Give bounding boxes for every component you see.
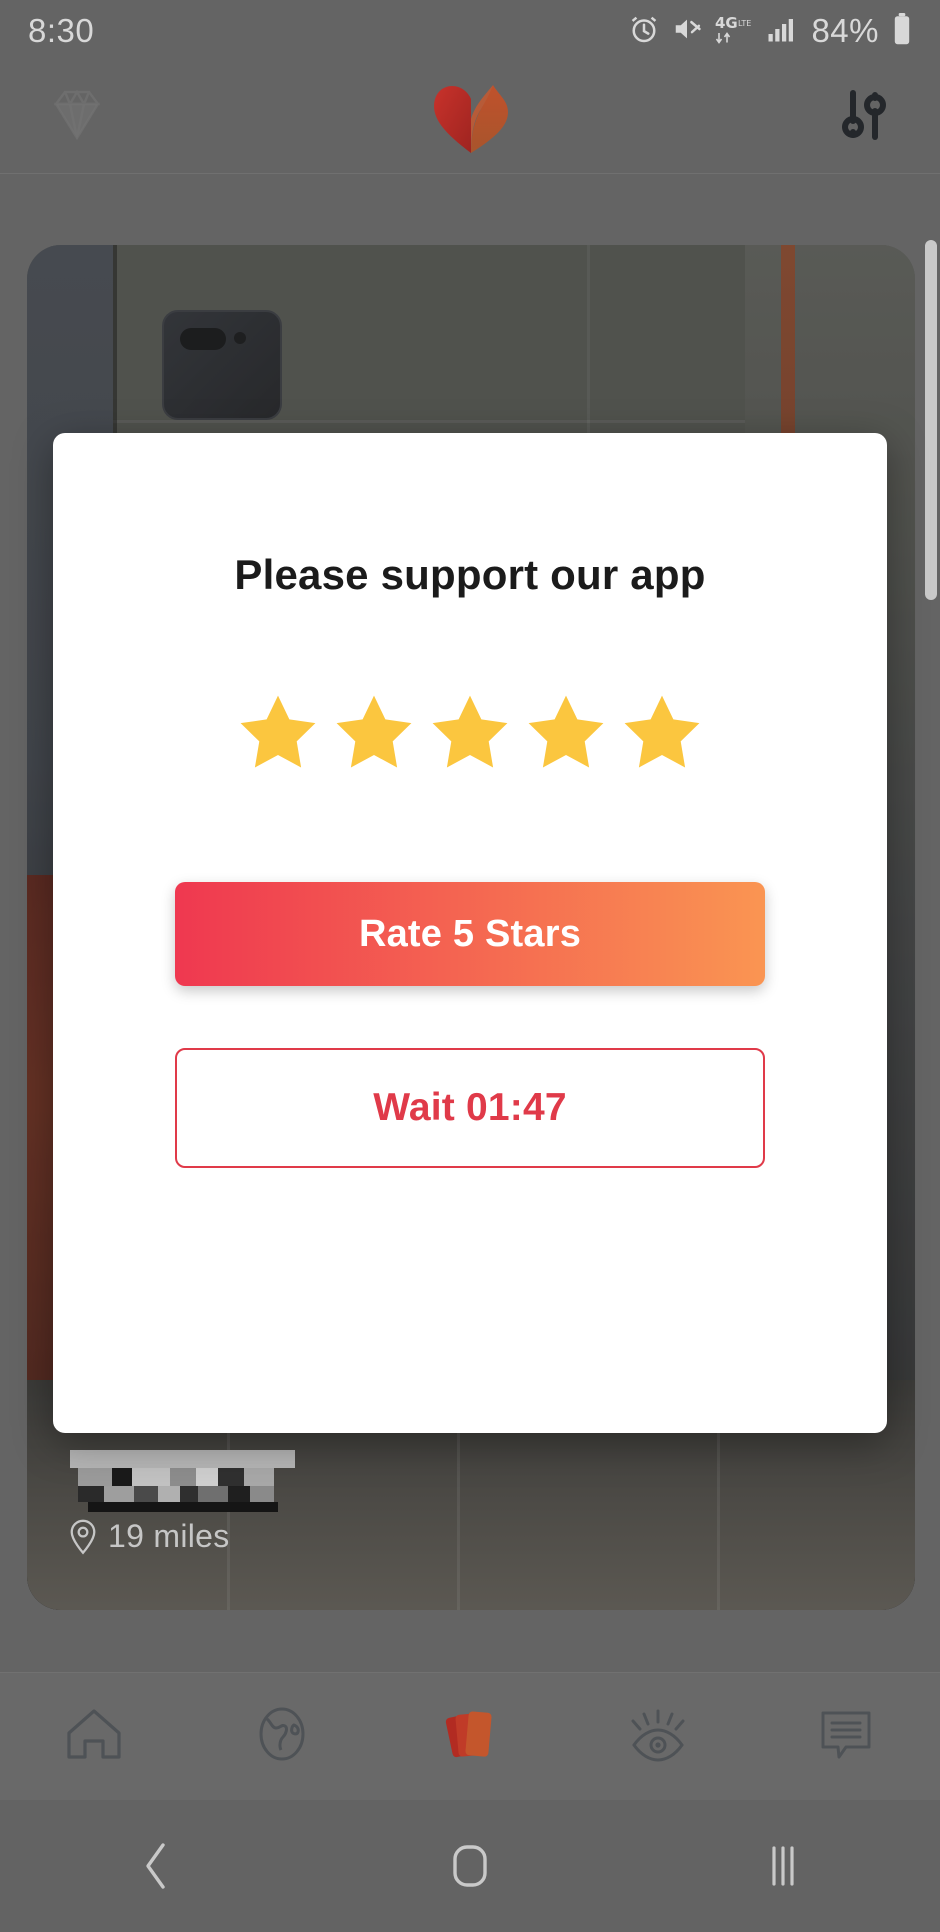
phone-screen: 19 miles 8:30 4G LTE 84% Please support …: [0, 0, 940, 1932]
alarm-icon: [629, 14, 659, 49]
rate-app-dialog: Please support our app Rate 5 Stars Wait…: [53, 433, 887, 1433]
svg-text:4G: 4G: [715, 14, 738, 32]
nav-item-messages[interactable]: [786, 1687, 906, 1787]
home-icon: [63, 1705, 125, 1768]
location-pin-icon: [68, 1519, 98, 1555]
bottom-navigation: [0, 1672, 940, 1800]
svg-text:LTE: LTE: [738, 19, 751, 28]
mute-icon: [672, 14, 702, 49]
battery-icon: [892, 12, 912, 50]
profile-distance-label: 19 miles: [108, 1518, 230, 1554]
star-icon[interactable]: [232, 689, 324, 782]
recents-bars-icon[interactable]: [713, 1800, 853, 1932]
cards-stack-icon: [438, 1702, 502, 1771]
page-scrollbar[interactable]: [925, 240, 937, 600]
4g-lte-icon: 4G LTE: [715, 13, 753, 50]
profile-name-censored: [70, 1450, 295, 1512]
heart-logo-icon: [108, 79, 834, 157]
eye-icon: [626, 1705, 690, 1768]
globe-icon: [253, 1705, 311, 1768]
status-icons: 4G LTE 84%: [629, 12, 912, 50]
signal-bars-icon: [766, 14, 796, 49]
status-time: 8:30: [28, 12, 95, 49]
profile-distance: 19 miles: [68, 1518, 230, 1555]
status-bar: 8:30 4G LTE 84%: [0, 0, 940, 62]
dialog-title: Please support our app: [234, 551, 706, 598]
filter-sliders-icon[interactable]: [834, 85, 894, 150]
star-icon[interactable]: [328, 689, 420, 782]
chat-bubble-icon: [816, 1705, 876, 1768]
back-chevron-icon[interactable]: [87, 1800, 227, 1932]
star-icon[interactable]: [424, 689, 516, 782]
star-rating[interactable]: [232, 689, 708, 782]
battery-percent: 84%: [811, 12, 879, 49]
star-icon[interactable]: [520, 689, 612, 782]
home-square-icon[interactable]: [400, 1800, 540, 1932]
nav-item-explore[interactable]: [222, 1687, 342, 1787]
nav-item-views[interactable]: [598, 1687, 718, 1787]
wait-timer-button[interactable]: Wait 01:47: [175, 1048, 765, 1168]
star-icon[interactable]: [616, 689, 708, 782]
diamond-icon[interactable]: [46, 86, 108, 149]
app-header: [0, 62, 940, 174]
rate-5-stars-button[interactable]: Rate 5 Stars: [175, 882, 765, 986]
nav-item-home[interactable]: [34, 1687, 154, 1787]
android-system-nav: [0, 1800, 940, 1932]
nav-item-cards[interactable]: [410, 1687, 530, 1787]
